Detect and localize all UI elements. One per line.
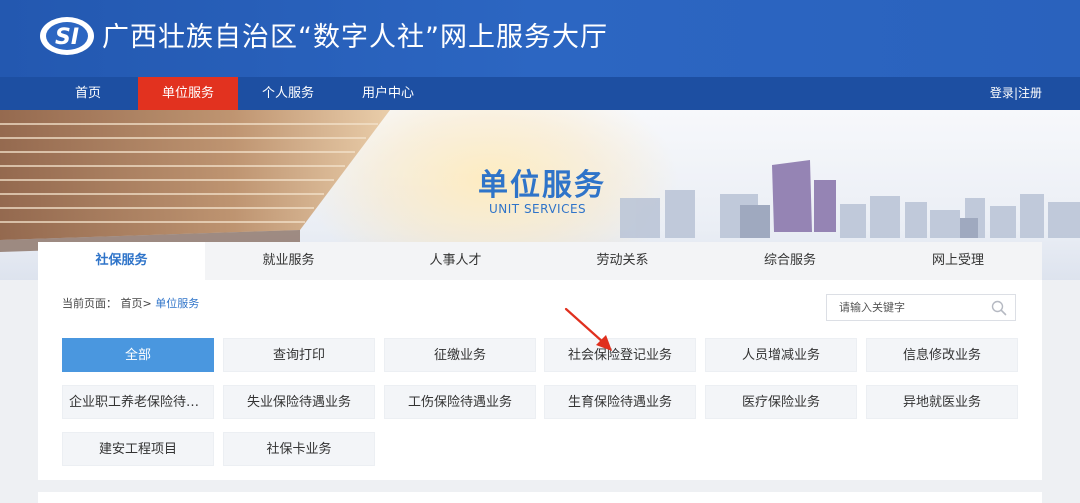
category-ss-card-button[interactable]: 社保卡业务 xyxy=(223,432,375,466)
tab-social-insurance[interactable]: 社保服务 xyxy=(38,242,205,280)
tab-labor-relations[interactable]: 劳动关系 xyxy=(539,242,706,280)
tab-employment[interactable]: 就业服务 xyxy=(205,242,372,280)
annotation-arrow-icon xyxy=(564,307,612,351)
search-input[interactable] xyxy=(827,295,987,320)
svg-text:SI: SI xyxy=(55,25,79,50)
category-staff-change-button[interactable]: 人员增减业务 xyxy=(705,338,857,372)
site-header: SI 广西壮族自治区“数字人社”网上服务大厅 xyxy=(0,0,1080,77)
category-maternity-button[interactable]: 生育保险待遇业务 xyxy=(544,385,696,419)
banner-subtitle: UNIT SERVICES xyxy=(489,202,587,216)
tab-online-acceptance[interactable]: 网上受理 xyxy=(874,242,1042,280)
auth-links: 登录|注册 xyxy=(990,77,1042,110)
category-construction-button[interactable]: 建安工程项目 xyxy=(62,432,214,466)
category-work-injury-button[interactable]: 工伤保险待遇业务 xyxy=(384,385,536,419)
nav-item-unit-services[interactable]: 单位服务 xyxy=(138,77,238,110)
login-link[interactable]: 登录 xyxy=(990,86,1014,100)
next-section-strip xyxy=(38,492,1042,503)
category-info-modify-button[interactable]: 信息修改业务 xyxy=(866,338,1018,372)
service-tabs: 社保服务 就业服务 人事人才 劳动关系 综合服务 网上受理 xyxy=(38,242,1042,280)
main-nav: 首页 单位服务 个人服务 用户中心 登录|注册 xyxy=(0,77,1080,110)
category-collection-button[interactable]: 征缴业务 xyxy=(384,338,536,372)
nav-item-home[interactable]: 首页 xyxy=(58,77,118,110)
breadcrumb-current: 单位服务 xyxy=(155,297,200,310)
category-query-print-button[interactable]: 查询打印 xyxy=(223,338,375,372)
breadcrumb-home[interactable]: 首页> xyxy=(121,297,152,310)
category-pension-button[interactable]: 企业职工养老保险待遇业务 xyxy=(62,385,214,419)
category-all-button[interactable]: 全部 xyxy=(62,338,214,372)
breadcrumb-prefix: 当前页面： xyxy=(62,297,117,310)
si-logo-icon[interactable]: SI xyxy=(38,15,96,57)
category-unemployment-button[interactable]: 失业保险待遇业务 xyxy=(223,385,375,419)
services-card: 社保服务 就业服务 人事人才 劳动关系 综合服务 网上受理 当前页面： 首页> … xyxy=(38,242,1042,480)
category-medical-button[interactable]: 医疗保险业务 xyxy=(705,385,857,419)
tab-comprehensive[interactable]: 综合服务 xyxy=(706,242,874,280)
tab-personnel-talent[interactable]: 人事人才 xyxy=(372,242,539,280)
nav-item-personal-services[interactable]: 个人服务 xyxy=(250,77,326,110)
register-link[interactable]: 注册 xyxy=(1018,86,1042,100)
site-title: 广西壮族自治区“数字人社”网上服务大厅 xyxy=(102,22,608,53)
banner-title: 单位服务 xyxy=(478,168,606,203)
category-remote-medical-button[interactable]: 异地就医业务 xyxy=(866,385,1018,419)
search-box xyxy=(826,294,1016,321)
nav-item-user-center[interactable]: 用户中心 xyxy=(350,77,426,110)
search-icon[interactable] xyxy=(991,300,1007,316)
breadcrumb: 当前页面： 首页> 单位服务 xyxy=(62,295,199,311)
